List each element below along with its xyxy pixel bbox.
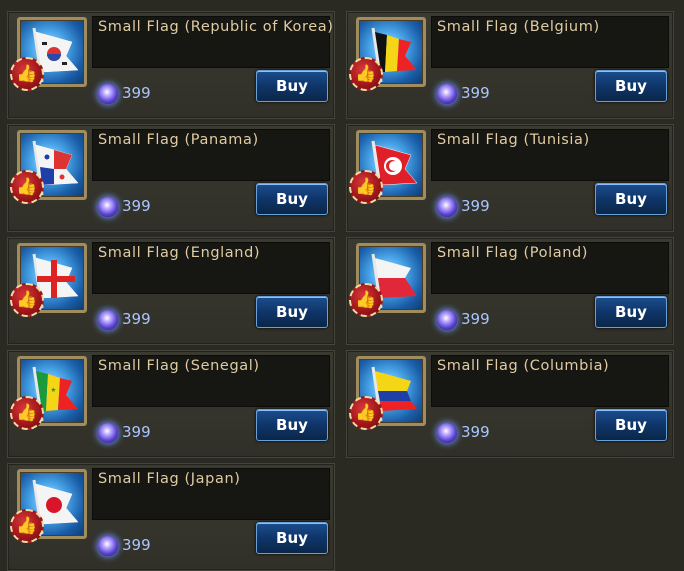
shop-item-card: 👍 Small Flag (Columbia) 399 Buy (346, 350, 674, 458)
buy-button[interactable]: Buy (595, 409, 667, 441)
thumbs-up-icon[interactable]: 👍 (10, 170, 44, 204)
item-description-box: Small Flag (Senegal) (92, 355, 330, 407)
thumbs-up-icon[interactable]: 👍 (10, 509, 44, 543)
shop-item-card: 👍 Small Flag (Tunisia) 399 Buy (346, 124, 674, 232)
gem-currency-icon (98, 536, 118, 556)
item-description-box: Small Flag (Columbia) (431, 355, 669, 407)
shop-item-card: 👍 Small Flag (Panama) 399 Buy (7, 124, 335, 232)
buy-button[interactable]: Buy (256, 409, 328, 441)
item-price: 399 (122, 84, 151, 102)
item-price: 399 (122, 423, 151, 441)
gem-currency-icon (437, 423, 457, 443)
item-description-box: Small Flag (Japan) (92, 468, 330, 520)
thumbs-up-icon[interactable]: 👍 (10, 283, 44, 317)
item-price: 399 (461, 197, 490, 215)
buy-button[interactable]: Buy (256, 522, 328, 554)
thumbs-up-icon[interactable]: 👍 (10, 396, 44, 430)
buy-button[interactable]: Buy (256, 70, 328, 102)
item-description-box: Small Flag (Republic of Korea) (92, 16, 333, 68)
gem-currency-icon (437, 310, 457, 330)
buy-button[interactable]: Buy (595, 296, 667, 328)
gem-currency-icon (437, 84, 457, 104)
buy-button[interactable]: Buy (595, 183, 667, 215)
item-description-box: Small Flag (Panama) (92, 129, 330, 181)
thumbs-up-icon[interactable]: 👍 (10, 57, 44, 91)
item-price: 399 (122, 197, 151, 215)
item-description-box: Small Flag (England) (92, 242, 330, 294)
thumbs-up-icon[interactable]: 👍 (349, 283, 383, 317)
item-title: Small Flag (Japan) (98, 471, 241, 487)
shop-item-card: 👍 Small Flag (Belgium) 399 Buy (346, 11, 674, 119)
item-price: 399 (122, 536, 151, 554)
item-description-box: Small Flag (Belgium) (431, 16, 669, 68)
item-title: Small Flag (Tunisia) (437, 132, 590, 148)
item-price: 399 (461, 84, 490, 102)
shop-item-grid: 👍 Small Flag (Republic of Korea) 399 Buy… (0, 0, 684, 571)
buy-button[interactable]: Buy (256, 183, 328, 215)
gem-currency-icon (98, 84, 118, 104)
shop-item-card: 👍 Small Flag (Poland) 399 Buy (346, 237, 674, 345)
item-title: Small Flag (Panama) (98, 132, 259, 148)
item-title: Small Flag (Poland) (437, 245, 589, 261)
item-description-box: Small Flag (Tunisia) (431, 129, 669, 181)
shop-item-card: 👍 Small Flag (Republic of Korea) 399 Buy (7, 11, 335, 119)
shop-item-card: 👍 Small Flag (Senegal) 399 Buy (7, 350, 335, 458)
shop-item-card: 👍 Small Flag (England) 399 Buy (7, 237, 335, 345)
gem-currency-icon (98, 423, 118, 443)
item-price: 399 (461, 310, 490, 328)
item-price: 399 (122, 310, 151, 328)
item-title: Small Flag (Columbia) (437, 358, 610, 374)
item-title: Small Flag (Belgium) (437, 19, 600, 35)
buy-button[interactable]: Buy (256, 296, 328, 328)
item-description-box: Small Flag (Poland) (431, 242, 669, 294)
thumbs-up-icon[interactable]: 👍 (349, 170, 383, 204)
gem-currency-icon (437, 197, 457, 217)
gem-currency-icon (98, 310, 118, 330)
thumbs-up-icon[interactable]: 👍 (349, 57, 383, 91)
shop-item-card: 👍 Small Flag (Japan) 399 Buy (7, 463, 335, 571)
buy-button[interactable]: Buy (595, 70, 667, 102)
item-title: Small Flag (England) (98, 245, 261, 261)
item-title: Small Flag (Senegal) (98, 358, 260, 374)
item-title: Small Flag (Republic of Korea) (98, 19, 334, 35)
item-price: 399 (461, 423, 490, 441)
thumbs-up-icon[interactable]: 👍 (349, 396, 383, 430)
gem-currency-icon (98, 197, 118, 217)
